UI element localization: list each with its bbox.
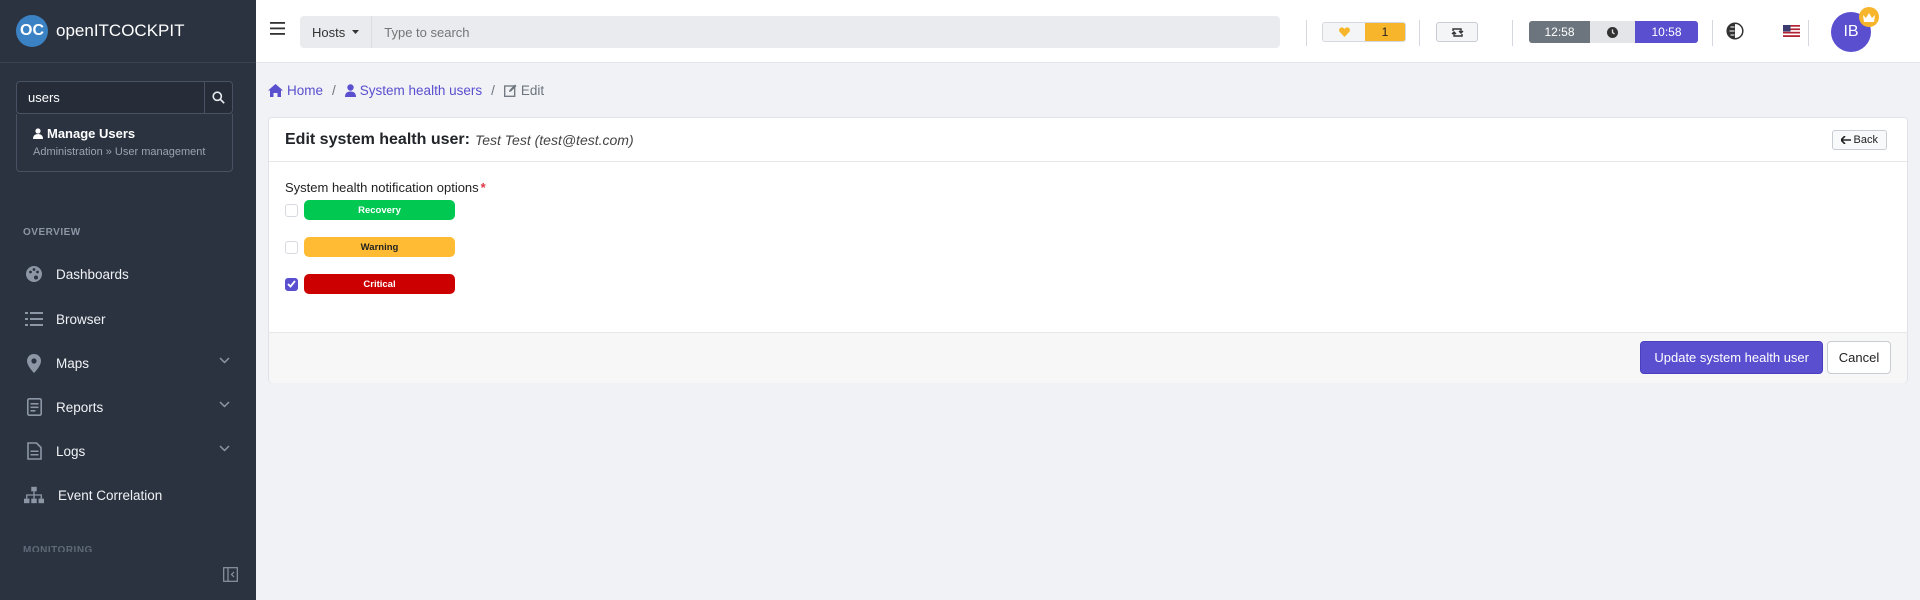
crown-icon [1859, 7, 1879, 27]
sidebar-item-browser[interactable]: Browser [0, 299, 256, 339]
sidebar-item-dashboards[interactable]: Dashboards [0, 254, 256, 294]
warning-checkbox[interactable] [285, 240, 298, 254]
option-warning: Warning [285, 236, 455, 258]
brand-name: openITCOCKPIT [56, 21, 185, 40]
recovery-label: Recovery [304, 200, 455, 220]
edit-card: Edit system health user: Test Test (test… [268, 117, 1908, 383]
critical-checkbox[interactable] [285, 277, 298, 291]
topbar: Hosts 1 12:58 10:58 IB [256, 0, 1920, 63]
clock-icon [1590, 21, 1635, 43]
collapse-sidebar-icon[interactable] [223, 567, 238, 582]
search-type-label: Hosts [312, 24, 346, 40]
sidebar-item-maps[interactable]: Maps [0, 343, 256, 383]
breadcrumb-separator: / [332, 83, 336, 98]
retweet-icon [1451, 27, 1463, 37]
divider [1808, 20, 1809, 46]
sidebar: OC openITCOCKPIT Manage Users Administra… [0, 0, 256, 600]
update-system-health-user-button[interactable]: Update system health user [1640, 341, 1823, 374]
hamburger-menu-icon[interactable] [270, 22, 285, 35]
badge-count: 1 [1365, 23, 1405, 41]
brand-logo: OC [16, 15, 48, 47]
search-result-title-wrap: Manage Users [33, 126, 216, 141]
card-header: Edit system health user: Test Test (test… [269, 118, 1907, 162]
report-icon [24, 397, 44, 417]
sidebar-item-label: Logs [56, 443, 86, 459]
sidebar-item-label: Browser [56, 311, 106, 327]
recovery-checkbox[interactable] [285, 203, 298, 217]
top-search: Hosts [300, 16, 1280, 48]
top-search-input[interactable] [372, 24, 1280, 40]
user-icon [33, 128, 43, 139]
home-icon [268, 84, 283, 97]
chevron-down-icon [219, 357, 230, 364]
file-icon [24, 441, 44, 461]
sidebar-search-button[interactable] [204, 82, 232, 113]
sidebar-item-label: Maps [56, 355, 90, 371]
notification-badge[interactable]: 1 [1322, 22, 1406, 42]
sitemap-icon [24, 485, 44, 505]
sidebar-item-label: Reports [56, 399, 104, 415]
caret-down-icon [352, 30, 360, 34]
sidebar-search [16, 81, 233, 114]
breadcrumb-home-label: Home [287, 83, 324, 98]
page-title: Edit system health user: [285, 130, 470, 148]
divider [1712, 20, 1713, 46]
breadcrumb-current-label: Edit [520, 83, 545, 98]
back-button[interactable]: Back [1831, 130, 1887, 150]
notification-options-label-text: System health notification options [285, 180, 479, 195]
brand[interactable]: OC openITCOCKPIT [0, 0, 256, 63]
sidebar-search-result[interactable]: Manage Users Administration » User manag… [16, 114, 233, 172]
search-icon [212, 91, 225, 104]
option-recovery: Recovery [285, 199, 455, 221]
notification-options-label: System health notification options * [285, 180, 486, 195]
sidebar-section-overview: OVERVIEW [23, 227, 81, 238]
palette-icon [24, 264, 44, 284]
edit-icon [503, 84, 517, 97]
back-button-label: Back [1853, 134, 1878, 146]
chevron-down-icon [219, 401, 230, 408]
page-subtitle: Test Test (test@test.com) [474, 131, 634, 148]
breadcrumb-parent[interactable]: System health users [344, 83, 483, 98]
required-marker: * [480, 180, 486, 195]
warning-label: Warning [304, 237, 455, 257]
sidebar-search-input[interactable] [17, 82, 204, 113]
breadcrumb-current: Edit [503, 83, 545, 98]
user-icon [344, 84, 356, 97]
divider [1306, 20, 1307, 46]
arrow-left-icon [1840, 136, 1851, 144]
breadcrumb-separator: / [491, 83, 495, 98]
checkmark-icon [287, 280, 296, 288]
sidebar-item-label: Dashboards [56, 266, 129, 282]
breadcrumb-home[interactable]: Home [268, 83, 323, 98]
list-icon [24, 309, 44, 329]
cancel-button[interactable]: Cancel [1827, 341, 1891, 374]
search-result-title: Manage Users [47, 126, 136, 141]
chevron-down-icon [219, 445, 230, 452]
server-time: 12:58 [1529, 21, 1590, 43]
refresh-button[interactable] [1436, 22, 1478, 42]
sidebar-item-label: Event Correlation [58, 487, 163, 503]
sidebar-section-monitoring: MONITORING [23, 545, 93, 552]
us-flag-icon[interactable] [1783, 25, 1800, 37]
card-footer: Update system health user Cancel [269, 332, 1907, 383]
divider [1512, 20, 1513, 46]
theme-toggle-icon[interactable] [1726, 22, 1744, 40]
local-time: 10:58 [1635, 21, 1698, 43]
divider [1419, 20, 1420, 46]
search-type-dropdown[interactable]: Hosts [300, 16, 373, 48]
clock: 12:58 10:58 [1529, 21, 1698, 43]
option-critical: Critical [285, 273, 455, 295]
sidebar-item-event-correlation[interactable]: Event Correlation [0, 475, 256, 515]
breadcrumb: Home / System health users / Edit [268, 83, 544, 98]
breadcrumb-parent-label: System health users [359, 83, 483, 98]
sidebar-item-reports[interactable]: Reports [0, 387, 256, 427]
search-result-path: Administration » User management [33, 146, 206, 158]
heart-icon [1323, 23, 1365, 41]
critical-label: Critical [304, 274, 455, 294]
sidebar-item-logs[interactable]: Logs [0, 431, 256, 471]
map-marker-icon [24, 353, 44, 373]
